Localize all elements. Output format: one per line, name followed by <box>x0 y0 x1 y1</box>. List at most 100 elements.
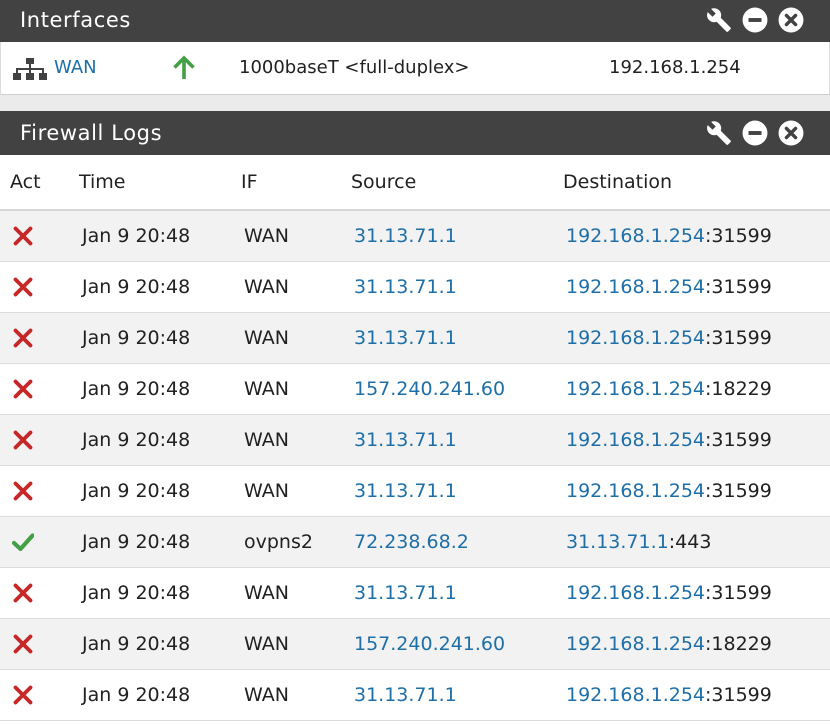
block-x-icon <box>13 379 33 399</box>
interfaces-controls <box>706 7 804 33</box>
interface-media: 1000baseT <full-duplex> <box>239 57 470 78</box>
block-x-icon <box>13 328 33 348</box>
time-cell: Jan 9 20:48 <box>79 414 241 466</box>
network-icon <box>13 58 47 80</box>
interface-cell: WAN <box>241 465 351 517</box>
destination-ip-link[interactable]: 192.168.1.254 <box>566 633 705 655</box>
destination-ip-link[interactable]: 192.168.1.254 <box>566 225 705 247</box>
destination-port: :31599 <box>705 684 772 706</box>
action-cell <box>0 210 79 262</box>
destination-ip-link[interactable]: 192.168.1.254 <box>566 480 705 502</box>
table-row: Jan 9 20:48 WAN 31.13.71.1 192.168.1.254… <box>0 312 830 364</box>
source-cell: 31.13.71.1 <box>351 669 563 721</box>
time-cell: Jan 9 20:48 <box>79 363 241 415</box>
interface-cell: WAN <box>241 414 351 466</box>
destination-port: :18229 <box>705 633 772 655</box>
table-row: Jan 9 20:48 WAN 31.13.71.1 192.168.1.254… <box>0 210 830 262</box>
col-header-destination: Destination <box>563 155 830 211</box>
destination-ip-link[interactable]: 192.168.1.254 <box>566 582 705 604</box>
source-ip-link[interactable]: 31.13.71.1 <box>354 582 457 604</box>
firewall-logs-controls <box>706 120 804 146</box>
destination-ip-link[interactable]: 192.168.1.254 <box>566 327 705 349</box>
table-row: Jan 9 20:48 WAN 157.240.241.60 192.168.1… <box>0 363 830 415</box>
interface-cell: WAN <box>241 618 351 670</box>
destination-ip-link[interactable]: 192.168.1.254 <box>566 378 705 400</box>
interface-cell: WAN <box>241 210 351 262</box>
interface-cell: WAN <box>241 312 351 364</box>
action-cell <box>0 261 79 313</box>
destination-port: :31599 <box>705 582 772 604</box>
interface-name-link[interactable]: WAN <box>54 50 97 86</box>
minus-circle-icon[interactable] <box>742 120 768 146</box>
interface-cell: WAN <box>241 567 351 619</box>
col-header-if: IF <box>241 155 351 211</box>
minus-circle-icon[interactable] <box>742 7 768 33</box>
destination-ip-link[interactable]: 192.168.1.254 <box>566 684 705 706</box>
action-cell <box>0 312 79 364</box>
destination-cell: 192.168.1.254:31599 <box>563 414 830 466</box>
source-ip-link[interactable]: 31.13.71.1 <box>354 276 457 298</box>
source-ip-link[interactable]: 31.13.71.1 <box>354 327 457 349</box>
destination-ip-link[interactable]: 192.168.1.254 <box>566 276 705 298</box>
table-row: Jan 9 20:48 ovpns2 72.238.68.2 31.13.71.… <box>0 516 830 568</box>
interface-ip: 192.168.1.254 <box>609 57 741 78</box>
source-cell: 72.238.68.2 <box>351 516 563 568</box>
block-x-icon <box>13 481 33 501</box>
table-row: Jan 9 20:48 WAN 31.13.71.1 192.168.1.254… <box>0 261 830 313</box>
source-ip-link[interactable]: 31.13.71.1 <box>354 429 457 451</box>
destination-cell: 192.168.1.254:31599 <box>563 312 830 364</box>
destination-port: :31599 <box>705 225 772 247</box>
source-ip-link[interactable]: 157.240.241.60 <box>354 633 505 655</box>
destination-cell: 192.168.1.254:31599 <box>563 567 830 619</box>
interface-cell: WAN <box>241 261 351 313</box>
source-ip-link[interactable]: 31.13.71.1 <box>354 225 457 247</box>
table-header-row: Act Time IF Source Destination <box>0 155 830 211</box>
destination-ip-link[interactable]: 31.13.71.1 <box>566 531 669 553</box>
widget-gap <box>0 95 830 111</box>
action-cell <box>0 618 79 670</box>
interface-cell: WAN <box>241 669 351 721</box>
time-cell: Jan 9 20:48 <box>79 312 241 364</box>
source-cell: 31.13.71.1 <box>351 465 563 517</box>
close-circle-icon[interactable] <box>778 120 804 146</box>
source-cell: 31.13.71.1 <box>351 210 563 262</box>
wrench-icon[interactable] <box>706 7 732 33</box>
wrench-icon[interactable] <box>706 120 732 146</box>
block-x-icon <box>13 583 33 603</box>
source-ip-link[interactable]: 31.13.71.1 <box>354 684 457 706</box>
source-cell: 31.13.71.1 <box>351 567 563 619</box>
interface-cell: ovpns2 <box>241 516 351 568</box>
block-x-icon <box>13 277 33 297</box>
close-circle-icon[interactable] <box>778 7 804 33</box>
firewall-logs-table: Act Time IF Source Destination Jan 9 20:… <box>0 155 830 721</box>
destination-cell: 192.168.1.254:31599 <box>563 261 830 313</box>
action-cell <box>0 669 79 721</box>
interfaces-widget: Interfaces WAN 1000baseT <full-duplex> 1… <box>0 0 830 95</box>
pass-check-icon <box>12 533 34 552</box>
destination-port: :18229 <box>705 378 772 400</box>
destination-ip-link[interactable]: 192.168.1.254 <box>566 429 705 451</box>
source-cell: 157.240.241.60 <box>351 618 563 670</box>
time-cell: Jan 9 20:48 <box>79 516 241 568</box>
block-x-icon <box>13 430 33 450</box>
firewall-logs-widget: Firewall Logs Act Time IF Source Destina… <box>0 111 830 721</box>
destination-port: :443 <box>668 531 712 553</box>
source-ip-link[interactable]: 31.13.71.1 <box>354 480 457 502</box>
table-row: Jan 9 20:48 WAN 31.13.71.1 192.168.1.254… <box>0 567 830 619</box>
action-cell <box>0 363 79 415</box>
destination-port: :31599 <box>705 276 772 298</box>
action-cell <box>0 414 79 466</box>
source-cell: 157.240.241.60 <box>351 363 563 415</box>
source-ip-link[interactable]: 157.240.241.60 <box>354 378 505 400</box>
destination-port: :31599 <box>705 480 772 502</box>
interface-row: WAN 1000baseT <full-duplex> 192.168.1.25… <box>1 50 829 86</box>
time-cell: Jan 9 20:48 <box>79 618 241 670</box>
time-cell: Jan 9 20:48 <box>79 567 241 619</box>
block-x-icon <box>13 685 33 705</box>
source-cell: 31.13.71.1 <box>351 261 563 313</box>
table-row: Jan 9 20:48 WAN 31.13.71.1 192.168.1.254… <box>0 414 830 466</box>
table-row: Jan 9 20:48 WAN 31.13.71.1 192.168.1.254… <box>0 669 830 721</box>
col-header-act: Act <box>0 155 79 211</box>
source-ip-link[interactable]: 72.238.68.2 <box>354 531 469 553</box>
arrow-up-icon <box>173 55 195 79</box>
